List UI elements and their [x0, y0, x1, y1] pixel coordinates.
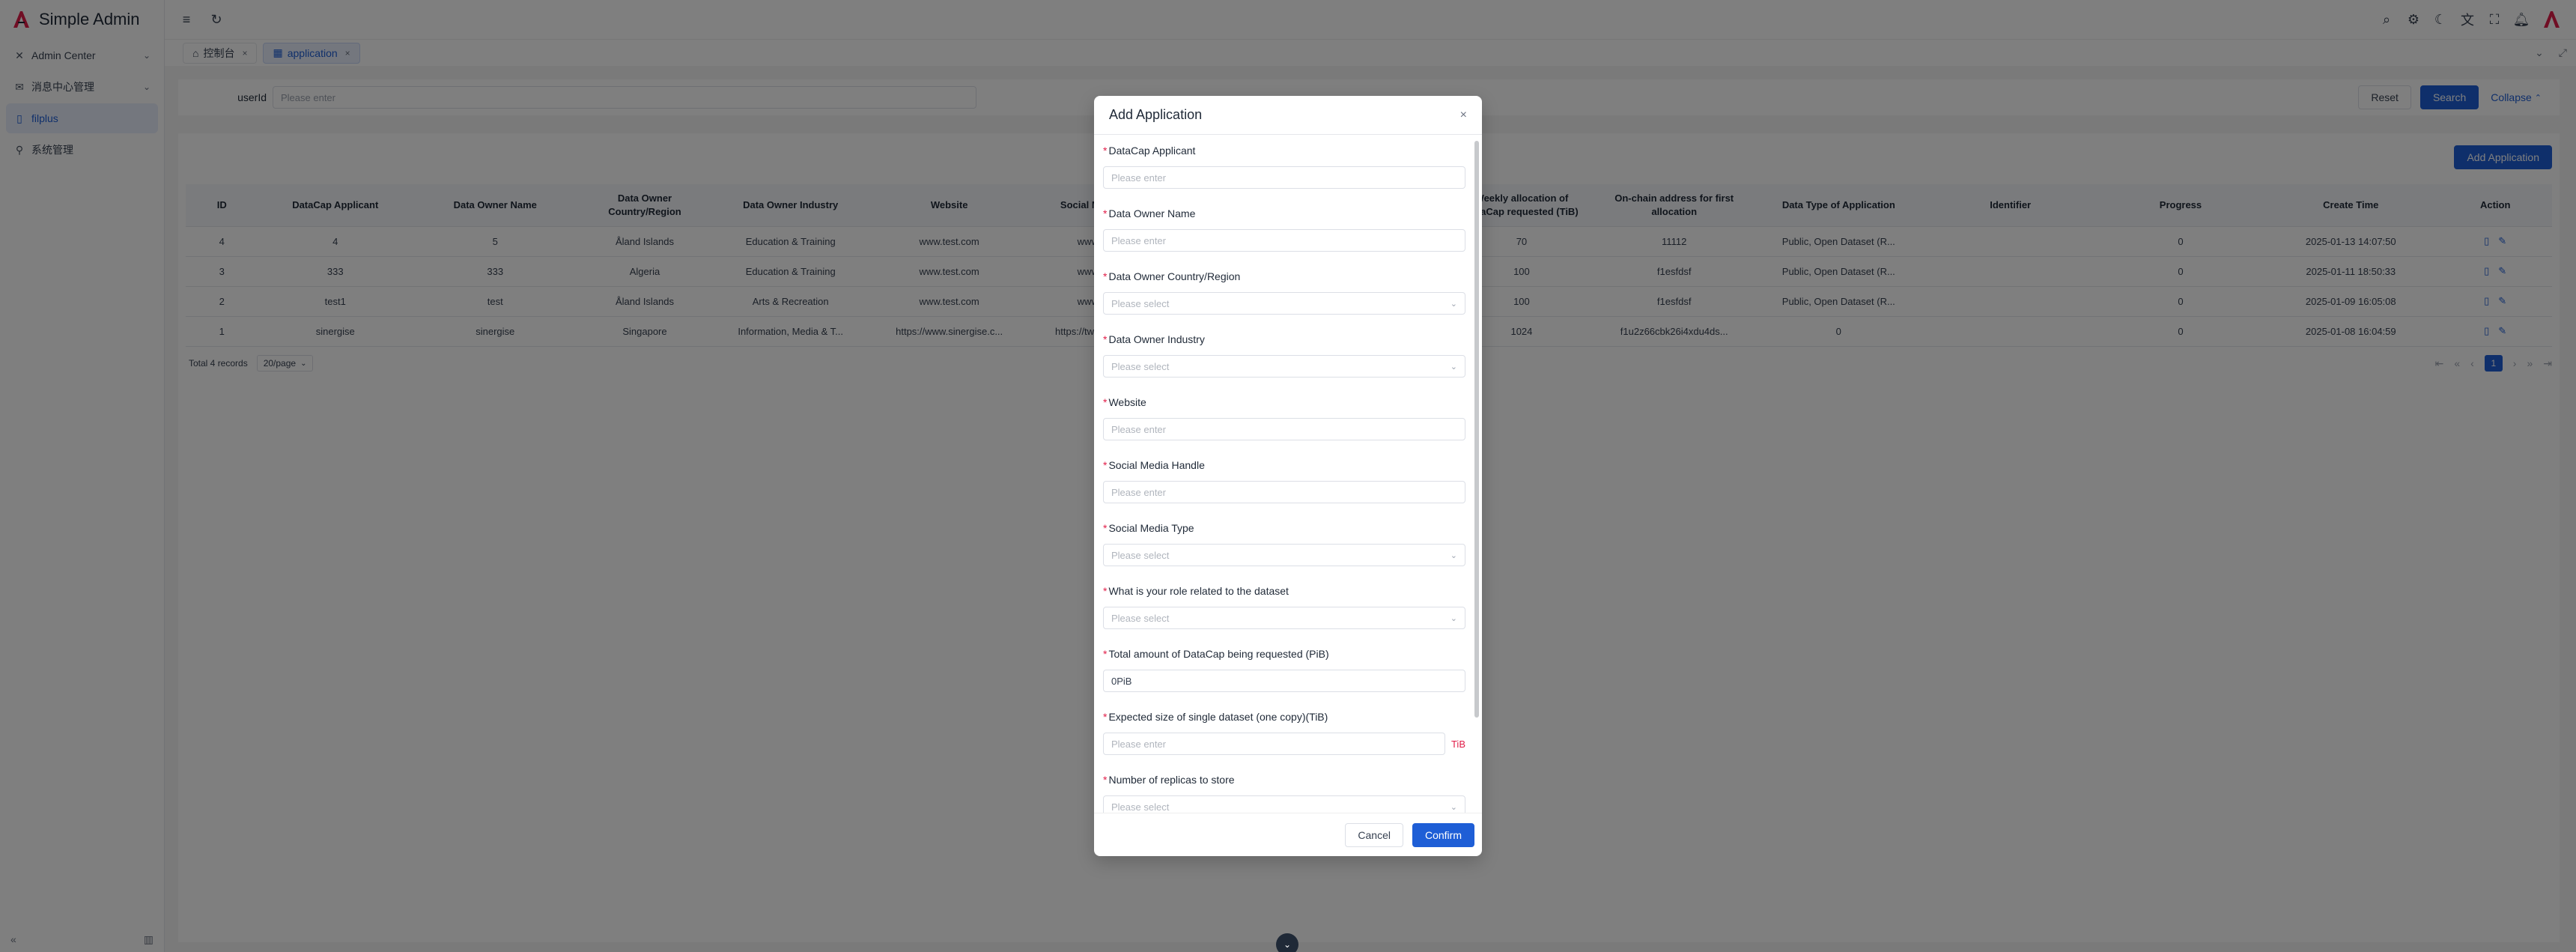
field-placeholder: Please select	[1111, 549, 1170, 561]
required-marker: *	[1103, 774, 1108, 786]
required-marker: *	[1103, 522, 1108, 534]
confirm-button[interactable]: Confirm	[1412, 822, 1474, 847]
form-label-text: What is your role related to the dataset	[1108, 585, 1289, 597]
required-marker: *	[1103, 207, 1108, 219]
field-placeholder: Please enter	[1111, 172, 1166, 184]
required-marker: *	[1103, 145, 1108, 157]
form-label: * Expected size of single dataset (one co…	[1103, 709, 1465, 725]
input-field[interactable]: Please enter	[1103, 418, 1465, 440]
select-field[interactable]: Please select ⌄	[1103, 355, 1465, 378]
form-item: * Social Media Handle Please enter	[1103, 457, 1465, 520]
form-item: * Data Owner Industry Please select ⌄	[1103, 331, 1465, 394]
required-marker: *	[1103, 270, 1108, 282]
unit-label: TiB	[1450, 738, 1465, 750]
cancel-button[interactable]: Cancel	[1345, 822, 1403, 847]
form-item: * Total amount of DataCap being requested…	[1103, 646, 1465, 709]
required-marker: *	[1103, 396, 1108, 408]
chevron-down-icon: ⌄	[1450, 802, 1457, 812]
form-label: * Number of replicas to store	[1103, 771, 1465, 788]
form-label-text: Total amount of DataCap being requested …	[1108, 648, 1329, 660]
field-placeholder: Please enter	[1111, 486, 1166, 498]
input-field[interactable]: Please enter	[1103, 166, 1465, 189]
select-field[interactable]: Please select ⌄	[1103, 795, 1465, 813]
select-field[interactable]: Please select ⌄	[1103, 607, 1465, 629]
dialog-form: * DataCap Applicant Please enter * Data Owne…	[1094, 135, 1482, 813]
chevron-down-icon: ⌄	[1450, 299, 1457, 309]
form-item: * Website Please enter	[1103, 394, 1465, 457]
select-field[interactable]: Please select ⌄	[1103, 292, 1465, 315]
required-marker: *	[1103, 711, 1108, 723]
form-label-text: Number of replicas to store	[1108, 774, 1235, 786]
close-icon[interactable]: ×	[1460, 109, 1467, 122]
form-label-text: Data Owner Industry	[1108, 333, 1205, 345]
required-marker: *	[1103, 459, 1108, 471]
chevron-down-circle-icon[interactable]: ⌄	[1276, 933, 1298, 952]
form-label: * Social Media Handle	[1103, 457, 1465, 473]
form-item: * Expected size of single dataset (one co…	[1103, 709, 1465, 771]
chevron-down-icon: ⌄	[1450, 551, 1457, 560]
form-item: * Data Owner Name Please enter	[1103, 205, 1465, 268]
field-placeholder: Please select	[1111, 612, 1170, 624]
form-label-text: Website	[1108, 396, 1146, 408]
field-placeholder: Please select	[1111, 360, 1170, 372]
input-field[interactable]: 0PiB	[1103, 670, 1465, 692]
form-label: * Total amount of DataCap being requested…	[1103, 646, 1465, 662]
form-label: * Data Owner Name	[1103, 205, 1465, 222]
form-label-text: Data Owner Name	[1108, 207, 1196, 219]
input-field[interactable]: Please enter	[1103, 733, 1445, 755]
select-field[interactable]: Please select ⌄	[1103, 544, 1465, 566]
dialog-footer: Cancel Confirm	[1094, 813, 1482, 856]
form-item: * Social Media Type Please select ⌄	[1103, 520, 1465, 583]
form-item: * DataCap Applicant Please enter	[1103, 142, 1465, 205]
input-with-unit: Please enter TiB	[1103, 733, 1465, 755]
required-marker: *	[1103, 585, 1108, 597]
form-label: * Website	[1103, 394, 1465, 410]
form-label: * Data Owner Country/Region	[1103, 268, 1465, 285]
form-label-text: Social Media Type	[1108, 522, 1194, 534]
dialog-title: Add Application	[1109, 107, 1203, 122]
form-label-text: Data Owner Country/Region	[1108, 270, 1241, 282]
form-label: * Data Owner Industry	[1103, 331, 1465, 348]
field-placeholder: Please select	[1111, 297, 1170, 309]
chevron-down-icon: ⌄	[1450, 362, 1457, 372]
field-value: 0PiB	[1111, 675, 1132, 687]
required-marker: *	[1103, 333, 1108, 345]
add-application-dialog: Add Application × * DataCap Applicant Plea…	[1094, 96, 1482, 856]
form-item: * Data Owner Country/Region Please select ⌄	[1103, 268, 1465, 331]
dialog-header: Add Application ×	[1094, 96, 1482, 135]
chevron-down-icon: ⌄	[1450, 613, 1457, 623]
field-placeholder: Please enter	[1111, 423, 1166, 435]
form-label: * DataCap Applicant	[1103, 142, 1465, 159]
field-placeholder: Please select	[1111, 801, 1170, 813]
form-item: * Number of replicas to store Please selec…	[1103, 771, 1465, 813]
input-field[interactable]: Please enter	[1103, 229, 1465, 252]
form-item: * What is your role related to the datase…	[1103, 583, 1465, 646]
field-placeholder: Please enter	[1111, 234, 1166, 246]
form-label: * Social Media Type	[1103, 520, 1465, 536]
dialog-scrollbar[interactable]	[1474, 141, 1479, 718]
form-label-text: Social Media Handle	[1108, 459, 1205, 471]
required-marker: *	[1103, 648, 1108, 660]
form-label-text: Expected size of single dataset (one cop…	[1108, 711, 1328, 723]
form-label-text: DataCap Applicant	[1108, 145, 1196, 157]
input-field[interactable]: Please enter	[1103, 481, 1465, 503]
field-placeholder: Please enter	[1111, 738, 1166, 750]
form-label: * What is your role related to the datase…	[1103, 583, 1465, 599]
